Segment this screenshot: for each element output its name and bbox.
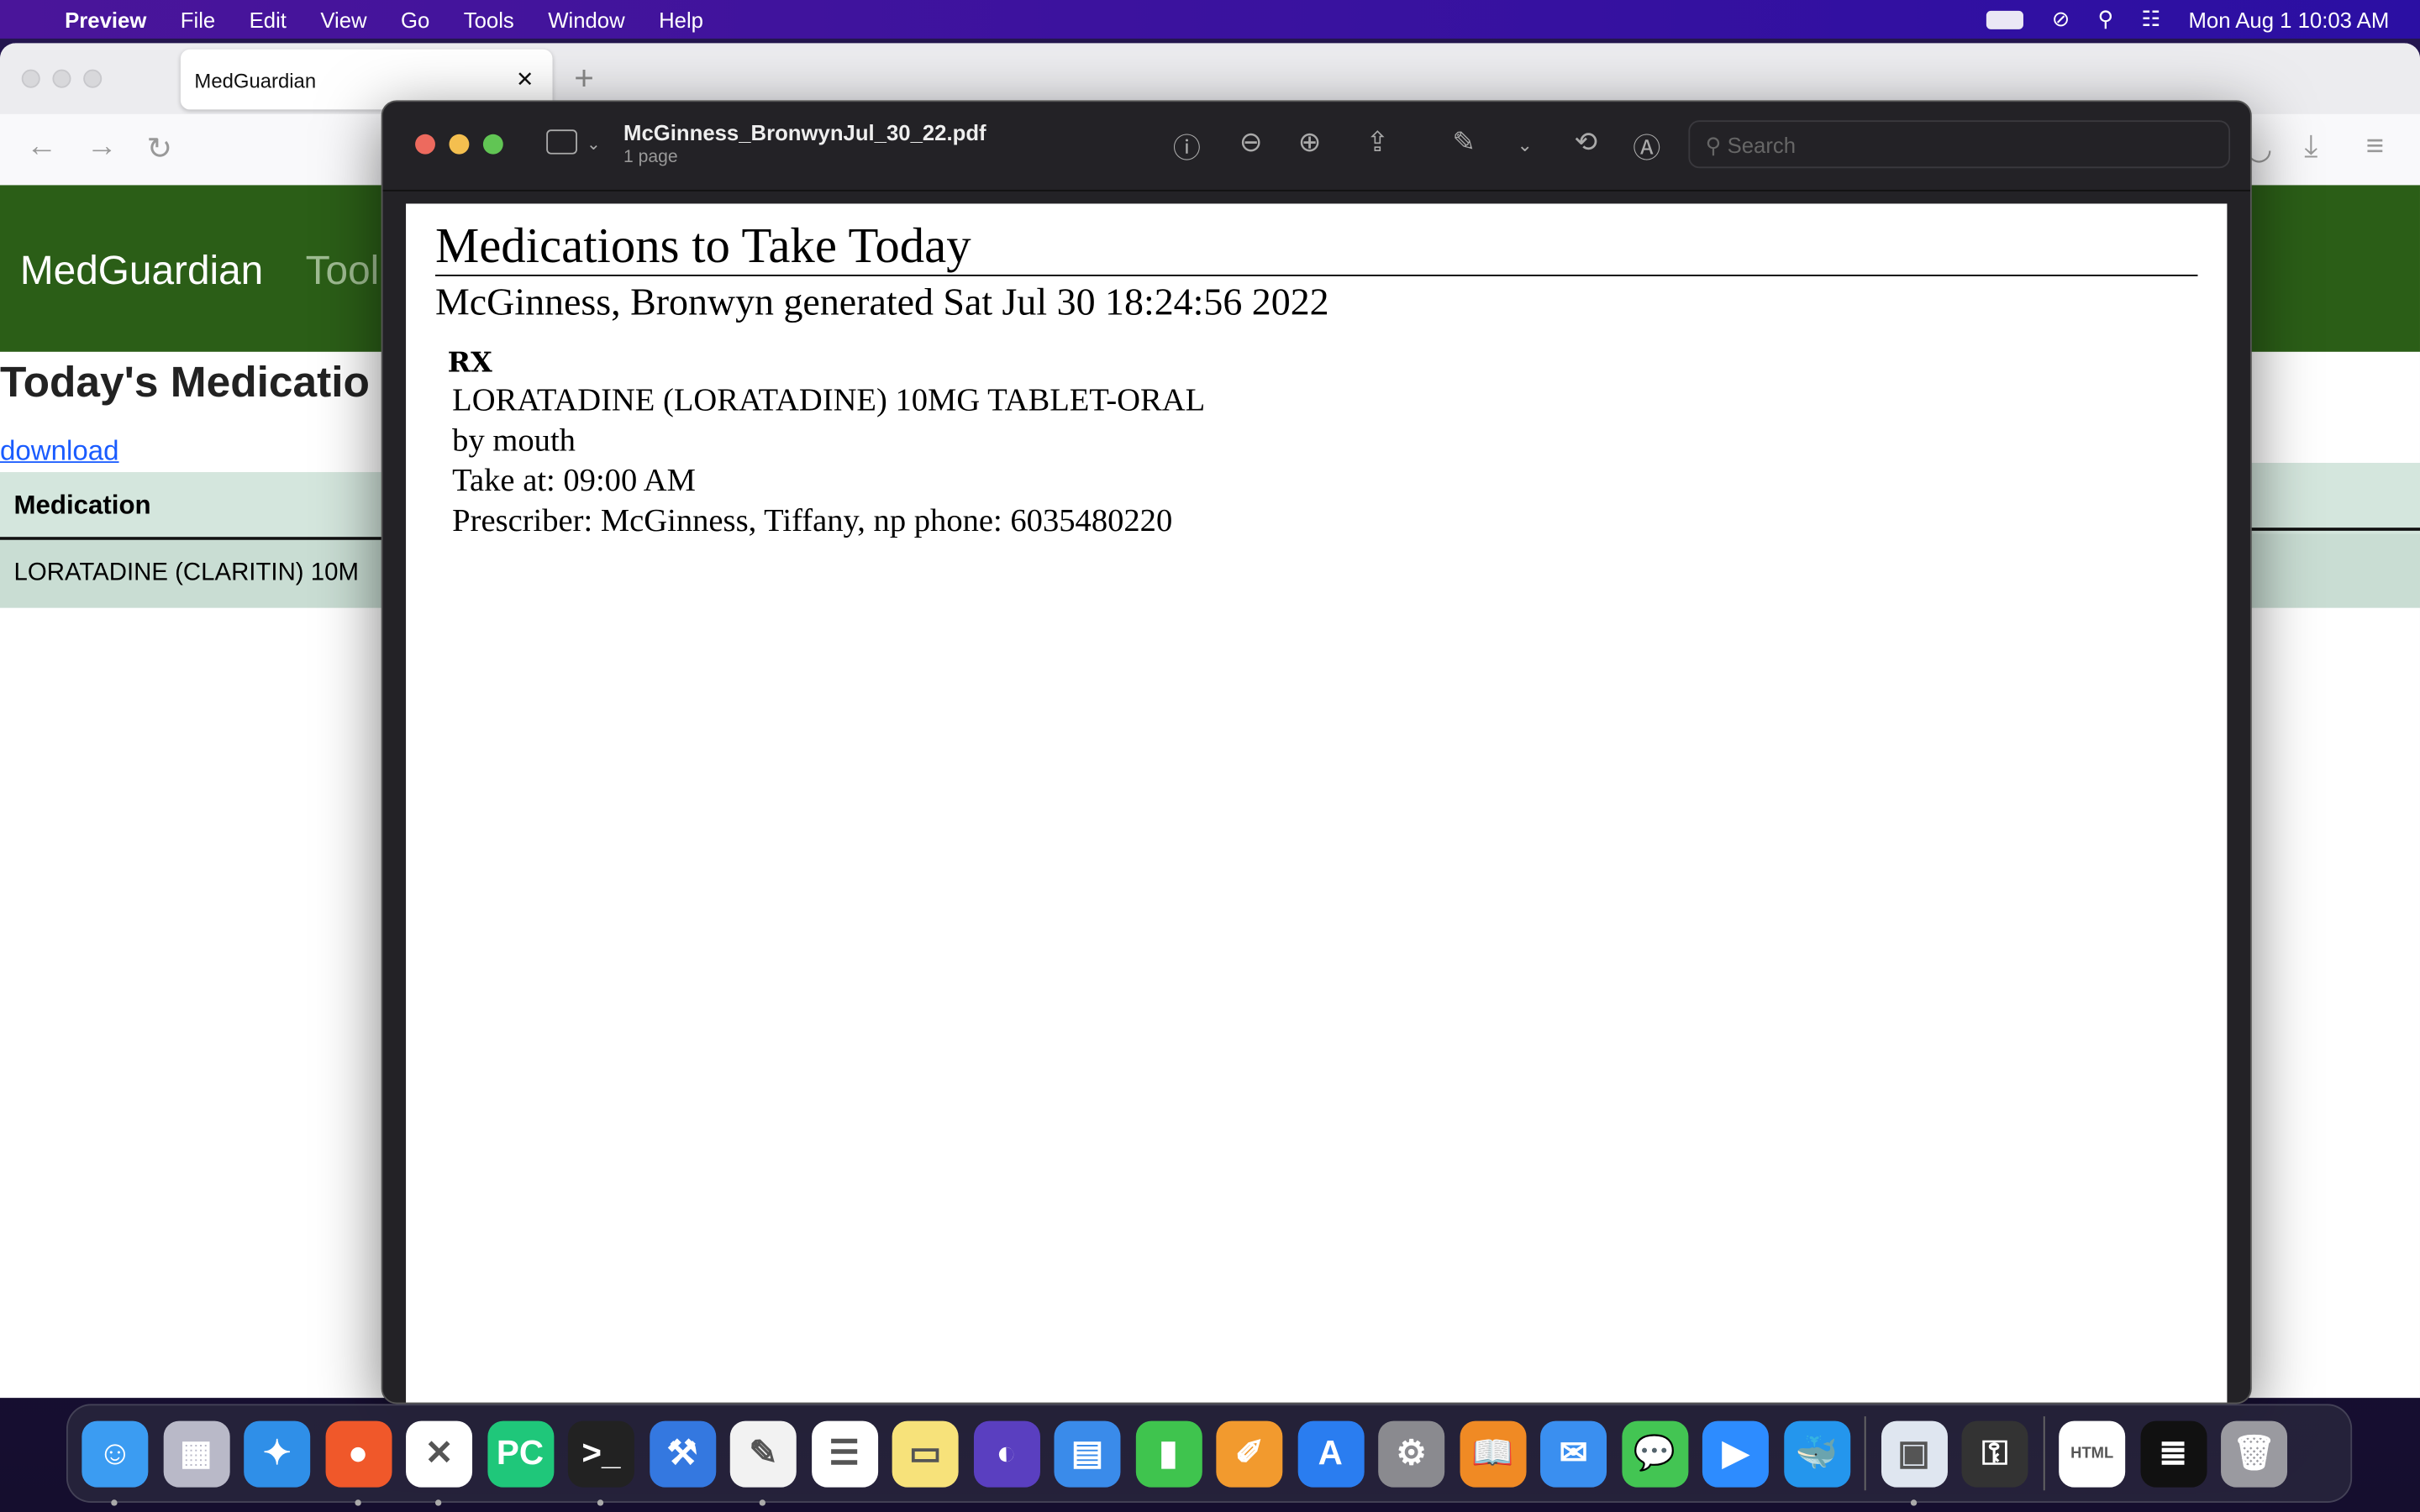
search-input[interactable]: ⚲ Search	[1688, 120, 2231, 169]
battery-icon[interactable]	[1986, 9, 2024, 29]
dock-firefox-icon[interactable]: ●	[324, 1420, 392, 1505]
menu-app-name[interactable]: Preview	[65, 7, 146, 31]
dock: ☺ ▦ ✦ ● ✕ PC >_ ⚒ ✎ ☰ ▭ ◐ ▤ ▮ ✐ A ⚙ 📖 ✉ 💬 ▶ 🐳 ▣ ⚿ HTML ≣ 🗑	[66, 1404, 2353, 1505]
dock-pycharm-icon[interactable]: PC	[487, 1420, 554, 1487]
control-center-icon[interactable]: ☷	[2141, 6, 2160, 32]
preview-toolbar: ⌄ McGinness_BronwynJul_30_22.pdf 1 page …	[382, 102, 2250, 192]
nav-tools-link[interactable]: Tool	[306, 247, 380, 295]
menu-edit[interactable]: Edit	[250, 7, 287, 31]
dock-notes-icon[interactable]: ▭	[892, 1420, 959, 1487]
running-indicator	[434, 1499, 442, 1505]
menu-window[interactable]: Window	[548, 7, 624, 31]
dock-textedit-icon[interactable]: ✎	[729, 1420, 797, 1505]
dock-html-file-icon[interactable]: HTML	[2059, 1420, 2126, 1487]
window-controls[interactable]	[21, 69, 103, 88]
pdf-title: Medications to Take Today	[434, 216, 2198, 276]
menu-bar: Preview File Edit View Go Tools Window H…	[0, 0, 2420, 39]
annotate-icon[interactable]: Ⓐ	[1633, 127, 1660, 167]
menu-tools[interactable]: Tools	[464, 7, 514, 31]
medication-prescriber: Prescriber: McGinness, Tiffany, np phone…	[452, 501, 1173, 539]
dock-preview-icon[interactable]: ▣	[1881, 1420, 1948, 1505]
dock-vscode-icon[interactable]: ✕	[406, 1420, 473, 1505]
running-indicator	[111, 1499, 118, 1505]
zoom-out-icon[interactable]: ⊖	[1239, 127, 1263, 160]
window-controls[interactable]	[415, 134, 503, 155]
dock-terminal-icon[interactable]: >_	[567, 1420, 634, 1505]
dock-mail-icon[interactable]: ✉	[1540, 1420, 1607, 1487]
dock-app-store-icon[interactable]: A	[1297, 1420, 1364, 1487]
dock-separator	[2042, 1416, 2044, 1491]
document-title: McGinness_BronwynJul_30_22.pdf	[623, 120, 986, 145]
medication-name: LORATADINE (LORATADINE) 10MG TABLET-ORAL	[452, 381, 1206, 418]
dock-reminders-icon[interactable]: ☰	[811, 1420, 878, 1487]
spotlight-search-icon[interactable]: ⚲	[2097, 6, 2113, 32]
menu-file[interactable]: File	[181, 7, 215, 31]
chevron-down-icon[interactable]: ⌄	[1518, 134, 1533, 156]
dock-zoom-icon[interactable]: ▶	[1702, 1420, 1769, 1487]
dock-keychain-access-icon[interactable]: ⚿	[1961, 1420, 2028, 1487]
menu-help[interactable]: Help	[659, 7, 703, 31]
dock-docker-icon[interactable]: 🐳	[1783, 1420, 1850, 1487]
dock-books-icon[interactable]: 📖	[1459, 1420, 1526, 1487]
sidebar-toggle-icon[interactable]	[546, 129, 577, 155]
forward-icon[interactable]: →	[87, 129, 118, 165]
menu-icon[interactable]: ≡	[2366, 129, 2384, 165]
dock-messages-icon[interactable]: 💬	[1621, 1420, 1688, 1487]
running-indicator	[1909, 1499, 1917, 1505]
screen-mirroring-icon[interactable]: ⊘	[2052, 6, 2070, 32]
running-indicator	[759, 1499, 766, 1505]
medication-time: Take at: 09:00 AM	[452, 461, 696, 499]
new-tab-icon[interactable]: +	[574, 59, 594, 99]
menu-go[interactable]: Go	[401, 7, 429, 31]
dock-tor-browser-icon[interactable]: ◐	[973, 1420, 1040, 1487]
info-icon[interactable]: ⓘ	[1173, 127, 1201, 167]
pdf-page: Medications to Take Today McGinness, Bro…	[406, 203, 2228, 1403]
running-indicator	[597, 1499, 604, 1505]
dock-numbers-icon[interactable]: ▮	[1134, 1420, 1202, 1487]
site-brand[interactable]: MedGuardian	[20, 247, 263, 295]
dock-xcode-icon[interactable]: ⚒	[649, 1420, 716, 1487]
downloads-icon[interactable]: ⤓	[2304, 129, 2317, 165]
minimize-button[interactable]	[449, 134, 470, 155]
dock-pages-icon[interactable]: ✐	[1216, 1420, 1283, 1487]
dock-system-preferences-icon[interactable]: ⚙	[1378, 1420, 1445, 1487]
dock-trash-icon[interactable]: 🗑	[2221, 1420, 2288, 1487]
dock-safari-icon[interactable]: ✦	[244, 1420, 311, 1487]
search-icon: ⚲	[1705, 132, 1728, 158]
dock-separator	[1864, 1416, 1866, 1491]
table-header-extension	[2249, 463, 2420, 531]
markup-pen-icon[interactable]: ✎	[1452, 127, 1476, 160]
menu-view[interactable]: View	[320, 7, 366, 31]
running-indicator	[354, 1499, 360, 1505]
dock-keynote-icon[interactable]: ▤	[1054, 1420, 1121, 1487]
table-row-extension	[2249, 533, 2420, 602]
rotate-icon[interactable]: ⟲	[1574, 127, 1597, 160]
back-icon[interactable]: ←	[26, 129, 57, 165]
reload-icon[interactable]: ↻	[146, 129, 172, 168]
pdf-subtitle: McGinness, Bronwyn generated Sat Jul 30 …	[434, 282, 1329, 324]
chevron-down-icon[interactable]: ⌄	[587, 134, 601, 155]
clock[interactable]: Mon Aug 1 10:03 AM	[2189, 7, 2390, 31]
page-count: 1 page	[623, 148, 678, 167]
search-placeholder: Search	[1727, 132, 1797, 158]
share-icon[interactable]: ⇪	[1366, 127, 1390, 160]
dock-finder-icon[interactable]: ☺	[82, 1420, 149, 1505]
dock-terminal-window-icon[interactable]: ≣	[2139, 1420, 2207, 1487]
medication-route: by mouth	[452, 421, 576, 459]
preview-window: ⌄ McGinness_BronwynJul_30_22.pdf 1 page …	[381, 100, 2252, 1404]
zoom-in-icon[interactable]: ⊕	[1298, 127, 1322, 160]
pdf-section-rx: RX	[447, 347, 492, 380]
zoom-button[interactable]	[482, 134, 503, 155]
dock-launchpad-icon[interactable]: ▦	[162, 1420, 229, 1487]
close-tab-icon[interactable]: ✕	[516, 66, 534, 92]
close-button[interactable]	[415, 134, 435, 155]
tab-title: MedGuardian	[194, 69, 317, 93]
